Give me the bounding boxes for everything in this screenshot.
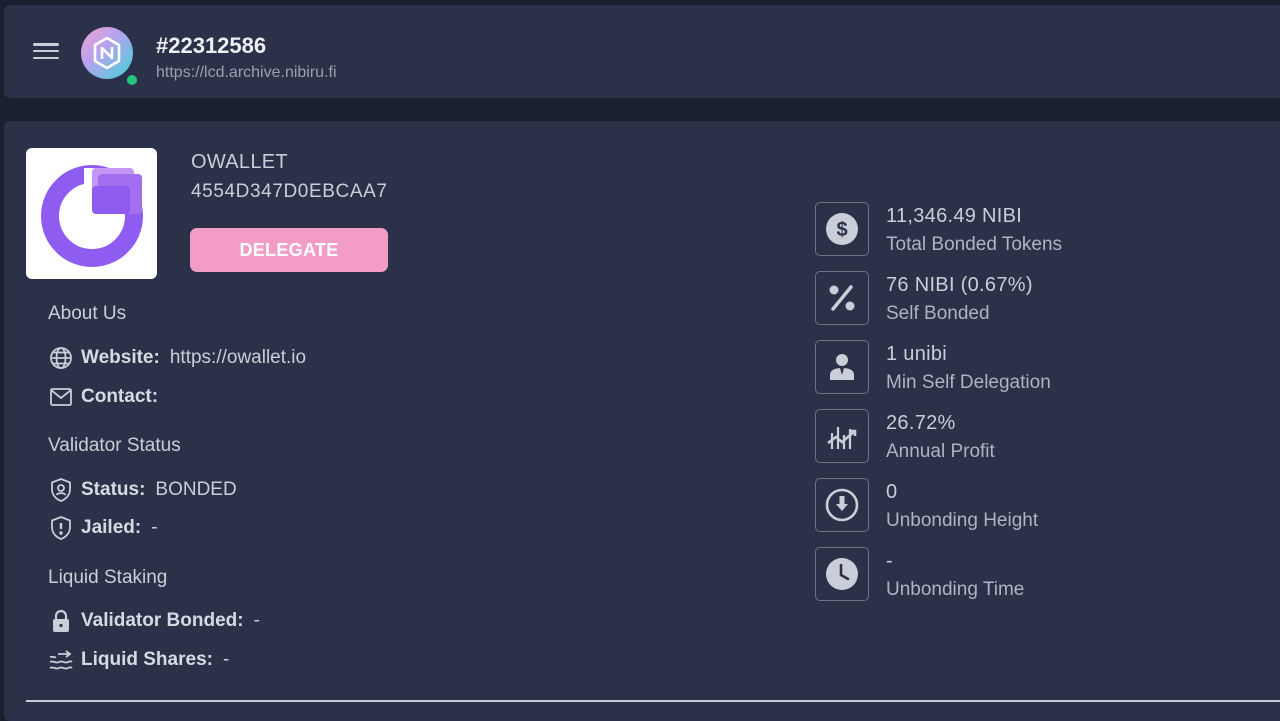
website-row: Website: https://owallet.io bbox=[48, 345, 306, 371]
percent-icon bbox=[815, 271, 869, 325]
globe-icon bbox=[48, 345, 74, 371]
validator-bonded-label: Validator Bonded: bbox=[81, 610, 244, 631]
dollar-icon: $ bbox=[815, 202, 869, 256]
contact-label: Contact: bbox=[81, 386, 159, 407]
top-bar: #22312586 https://lcd.archive.nibiru.fi bbox=[4, 5, 1280, 98]
chart-growth-icon bbox=[815, 409, 869, 463]
stat-value: 1 unibi bbox=[886, 343, 948, 365]
clock-icon bbox=[815, 547, 869, 601]
stat-self-bonded: 76 NIBI (0.67%) Self Bonded bbox=[815, 271, 1033, 330]
stat-label: Annual Profit bbox=[886, 441, 995, 462]
stat-value: 0 bbox=[886, 481, 898, 503]
stat-label: Self Bonded bbox=[886, 303, 990, 324]
stat-annual-profit: 26.72% Annual Profit bbox=[815, 409, 995, 468]
stat-label: Unbonding Height bbox=[886, 510, 1039, 531]
svg-text:$: $ bbox=[836, 219, 847, 241]
validator-status-title: Validator Status bbox=[48, 435, 181, 456]
stat-value: 26.72% bbox=[886, 412, 956, 434]
validator-logo bbox=[26, 148, 157, 279]
arrow-down-circle-icon bbox=[815, 478, 869, 532]
jailed-row: Jailed: - bbox=[48, 515, 158, 541]
stat-value: - bbox=[886, 550, 893, 572]
stat-label: Unbonding Time bbox=[886, 579, 1025, 600]
liquid-shares-row: Liquid Shares: - bbox=[48, 647, 229, 673]
liquid-shares-value: - bbox=[222, 649, 230, 670]
status-label: Status: bbox=[81, 479, 146, 500]
validator-bonded-row: Validator Bonded: - bbox=[48, 608, 260, 634]
status-row: Status: BONDED bbox=[48, 477, 237, 503]
shield-user-icon bbox=[48, 477, 74, 503]
waves-transfer-icon bbox=[48, 647, 74, 673]
validator-card: OWALLET 4554D347D0EBCAA7 DELEGATE About … bbox=[4, 121, 1280, 721]
shield-alert-icon bbox=[48, 515, 74, 541]
website-link[interactable]: https://owallet.io bbox=[170, 347, 306, 369]
stat-label: Min Self Delegation bbox=[886, 372, 1051, 393]
liquid-staking-title: Liquid Staking bbox=[48, 567, 168, 588]
endpoint-url[interactable]: https://lcd.archive.nibiru.fi bbox=[156, 64, 337, 82]
online-status-dot bbox=[125, 73, 139, 87]
stat-min-self-delegation: 1 unibi Min Self Delegation bbox=[815, 340, 1051, 399]
delegate-button[interactable]: DELEGATE bbox=[190, 228, 388, 272]
block-height: #22312586 bbox=[156, 33, 267, 58]
lock-icon bbox=[48, 608, 74, 634]
stat-value: 76 NIBI (0.67%) bbox=[886, 274, 1033, 296]
menu-icon[interactable] bbox=[32, 39, 60, 63]
divider bbox=[26, 700, 1280, 702]
validator-bonded-value: - bbox=[253, 610, 260, 631]
contact-row: Contact: bbox=[48, 384, 168, 410]
liquid-shares-label: Liquid Shares: bbox=[81, 649, 213, 670]
stat-total-bonded: $ 11,346.49 NIBI Total Bonded Tokens bbox=[815, 202, 1062, 261]
jailed-value: - bbox=[151, 517, 158, 538]
stat-value: 11,346.49 NIBI bbox=[886, 205, 1023, 227]
about-title: About Us bbox=[48, 303, 127, 324]
nibiru-logo-icon[interactable] bbox=[81, 27, 133, 79]
website-label: Website: bbox=[81, 347, 160, 368]
stat-label: Total Bonded Tokens bbox=[886, 234, 1063, 255]
validator-name: OWALLET bbox=[191, 151, 288, 173]
validator-identity: 4554D347D0EBCAA7 bbox=[191, 181, 388, 202]
status-value: BONDED bbox=[155, 479, 237, 500]
mail-icon bbox=[48, 384, 74, 410]
person-icon bbox=[815, 340, 869, 394]
stat-unbonding-height: 0 Unbonding Height bbox=[815, 478, 1038, 537]
stat-unbonding-time: - Unbonding Time bbox=[815, 547, 1024, 606]
jailed-label: Jailed: bbox=[81, 517, 142, 538]
